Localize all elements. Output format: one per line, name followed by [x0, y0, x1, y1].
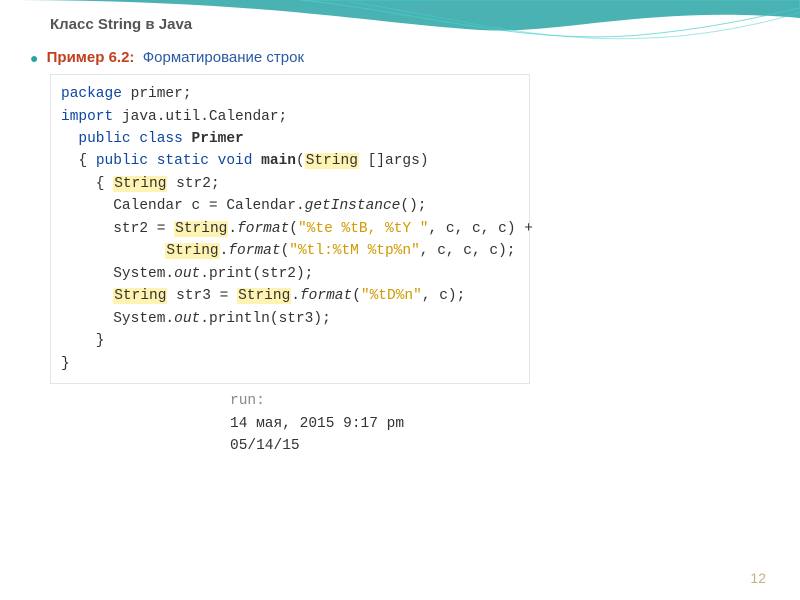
output-block: run: 14 мая, 2015 9:17 pm 05/14/15 [230, 390, 770, 457]
slide-title: Класс String в Java [50, 16, 770, 33]
bullet-icon: ● [30, 50, 38, 66]
run-label: run: [230, 390, 770, 412]
example-label-text: Пример 6.2: [47, 49, 135, 66]
output-line-1: 14 мая, 2015 9:17 pm [230, 413, 770, 435]
page-number: 12 [750, 570, 766, 586]
code-block: package primer; import java.util.Calenda… [50, 74, 530, 384]
output-line-2: 05/14/15 [230, 435, 770, 457]
example-heading: ● Пример 6.2: Форматирование строк [30, 49, 770, 66]
example-description: Форматирование строк [139, 49, 304, 66]
